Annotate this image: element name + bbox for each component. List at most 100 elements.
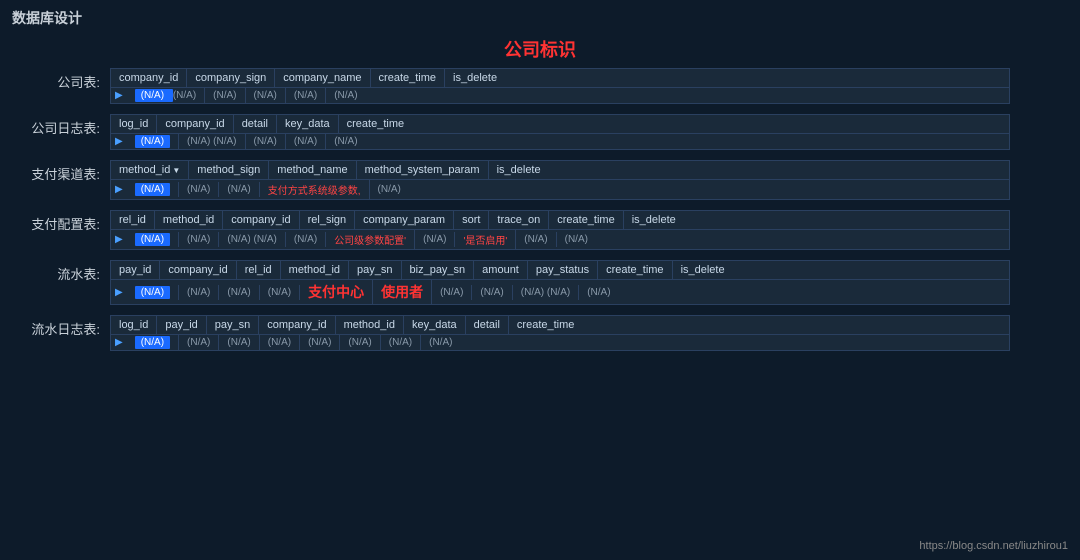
cell-detail: (N/A)	[246, 134, 286, 149]
cell-rel-id: (N/A)	[127, 232, 179, 247]
pk-arrow2: ▶	[111, 134, 127, 149]
col-pay-sn: pay_sn	[349, 261, 401, 279]
pk-arrow3: ▶	[111, 182, 127, 197]
cell-is-delete4: (N/A)	[579, 285, 618, 300]
cell-is-delete3: (N/A)	[557, 232, 596, 247]
payment-config-label: 支付配置表:	[20, 210, 110, 233]
col-is-delete3: is_delete	[624, 211, 684, 229]
cell-biz-pay-sn: 使用者	[373, 280, 432, 304]
col-pay-id2: pay_id	[157, 316, 206, 334]
col-log-id2: log_id	[111, 316, 157, 334]
payment-channel-table-row: 支付渠道表: method_id ▼ method_sign method_na…	[20, 160, 1060, 200]
footer-link: https://blog.csdn.net/liuzhirou1	[919, 540, 1068, 552]
payment-config-header: rel_id method_id company_id rel_sign com…	[111, 211, 1009, 230]
company-log-table: log_id company_id detail key_data create…	[110, 114, 1010, 150]
col-rel-id2: rel_id	[237, 261, 281, 279]
transaction-header: pay_id company_id rel_id method_id pay_s…	[111, 261, 1009, 280]
company-log-table-row: 公司日志表: log_id company_id detail key_data…	[20, 114, 1060, 150]
cell-log-id: (N/A)	[127, 134, 179, 149]
col-method-system-param: method_system_param	[357, 161, 489, 179]
cell-rel-sign: (N/A)	[286, 232, 326, 247]
col-detail: detail	[234, 115, 277, 133]
pk-arrow5: ▶	[111, 285, 127, 300]
cell-pay-id: (N/A)	[127, 285, 179, 300]
cell-method-sign: (N/A)	[179, 182, 219, 197]
col-create-time4: create_time	[598, 261, 672, 279]
payment-channel-table: method_id ▼ method_sign method_name meth…	[110, 160, 1010, 200]
payment-config-data-row: ▶ (N/A) (N/A) (N/A) (N/A) (N/A) 公司级参数配置'…	[111, 230, 1009, 249]
col-company-id3: company_id	[223, 211, 299, 229]
cell-log-id2: (N/A)	[127, 335, 179, 350]
payment-config-table: rel_id method_id company_id rel_sign com…	[110, 210, 1010, 250]
company-log-label: 公司日志表:	[20, 114, 110, 137]
col-pay-sn2: pay_sn	[207, 316, 259, 334]
cell-trace-on: '是否启用'	[455, 230, 516, 249]
col-rel-id: rel_id	[111, 211, 155, 229]
cell-sort: (N/A)	[415, 232, 455, 247]
col-log-id: log_id	[111, 115, 157, 133]
col-company-name: company_name	[275, 69, 370, 87]
col-rel-sign: rel_sign	[300, 211, 356, 229]
col-company-id2: company_id	[157, 115, 233, 133]
company-table-header: company_id company_sign company_name cre…	[111, 69, 1009, 88]
cell-company-id: (N/A) (N/A)	[127, 88, 205, 103]
cell-method-id4: (N/A)	[300, 335, 340, 350]
company-table-data-row: ▶ (N/A) (N/A) (N/A) (N/A) (N/A) (N/A)	[111, 88, 1009, 103]
cell-create-time2: (N/A)	[326, 134, 365, 149]
col-create-time5: create_time	[509, 316, 582, 334]
transaction-table: pay_id company_id rel_id method_id pay_s…	[110, 260, 1010, 305]
cell-create-time4: (N/A) (N/A)	[513, 285, 579, 300]
col-method-id4: method_id	[336, 316, 404, 334]
col-company-id4: company_id	[160, 261, 236, 279]
col-key-data: key_data	[277, 115, 339, 133]
cell-method-name: (N/A)	[219, 182, 259, 197]
cell-company-id4: (N/A)	[179, 285, 219, 300]
company-log-header: log_id company_id detail key_data create…	[111, 115, 1009, 134]
col-detail2: detail	[466, 316, 509, 334]
col-pay-status: pay_status	[528, 261, 598, 279]
cell-company-param: 公司级参数配置'	[326, 230, 415, 249]
cell-method-id: (N/A)	[127, 182, 179, 197]
col-sort: sort	[454, 211, 489, 229]
col-method-name: method_name	[269, 161, 356, 179]
cell-create-time: (N/A)	[286, 88, 326, 103]
page-title: 数据库设计	[0, 0, 1080, 36]
col-company-sign: company_sign	[187, 69, 275, 87]
cell-key-data2: (N/A)	[340, 335, 380, 350]
transaction-label: 流水表:	[20, 260, 110, 283]
cell-create-time3: (N/A)	[516, 232, 556, 247]
cell-pay-sn2: (N/A)	[219, 335, 259, 350]
col-amount: amount	[474, 261, 528, 279]
cell-pay-status: (N/A)	[472, 285, 512, 300]
cell-create-time5: (N/A)	[421, 335, 460, 350]
payment-channel-data-row: ▶ (N/A) (N/A) (N/A) 支付方式系统级参数, (N/A)	[111, 180, 1009, 199]
cell-pay-sn: 支付中心	[300, 280, 373, 304]
transaction-log-data-row: ▶ (N/A) (N/A) (N/A) (N/A) (N/A) (N/A) (N…	[111, 335, 1009, 350]
payment-config-table-row: 支付配置表: rel_id method_id company_id rel_s…	[20, 210, 1060, 250]
payment-channel-label: 支付渠道表:	[20, 160, 110, 183]
col-trace-on: trace_on	[489, 211, 549, 229]
cell-company-id2: (N/A) (N/A)	[179, 134, 245, 149]
center-label: 公司标识	[20, 36, 1060, 62]
transaction-log-label: 流水日志表:	[20, 315, 110, 338]
cell-method-system-param: 支付方式系统级参数,	[260, 180, 370, 199]
col-create-time: create_time	[371, 69, 445, 87]
cell-company-id5: (N/A)	[260, 335, 300, 350]
cell-detail2: (N/A)	[381, 335, 421, 350]
col-create-time3: create_time	[549, 211, 623, 229]
cell-is-delete: (N/A)	[326, 88, 365, 103]
col-company-id: company_id	[111, 69, 187, 87]
transaction-table-row: 流水表: pay_id company_id rel_id method_id …	[20, 260, 1060, 305]
transaction-log-table-row: 流水日志表: log_id pay_id pay_sn company_id m…	[20, 315, 1060, 351]
cell-amount: (N/A)	[432, 285, 472, 300]
cell-key-data: (N/A)	[286, 134, 326, 149]
cell-method-id2: (N/A)	[179, 232, 219, 247]
pk-arrow6: ▶	[111, 335, 127, 350]
col-method-sign: method_sign	[189, 161, 269, 179]
cell-company-sign: (N/A)	[205, 88, 245, 103]
cell-rel-id2: (N/A)	[219, 285, 259, 300]
col-company-id5: company_id	[259, 316, 335, 334]
col-is-delete: is_delete	[445, 69, 505, 87]
col-create-time2: create_time	[339, 115, 412, 133]
pk-arrow4: ▶	[111, 232, 127, 247]
